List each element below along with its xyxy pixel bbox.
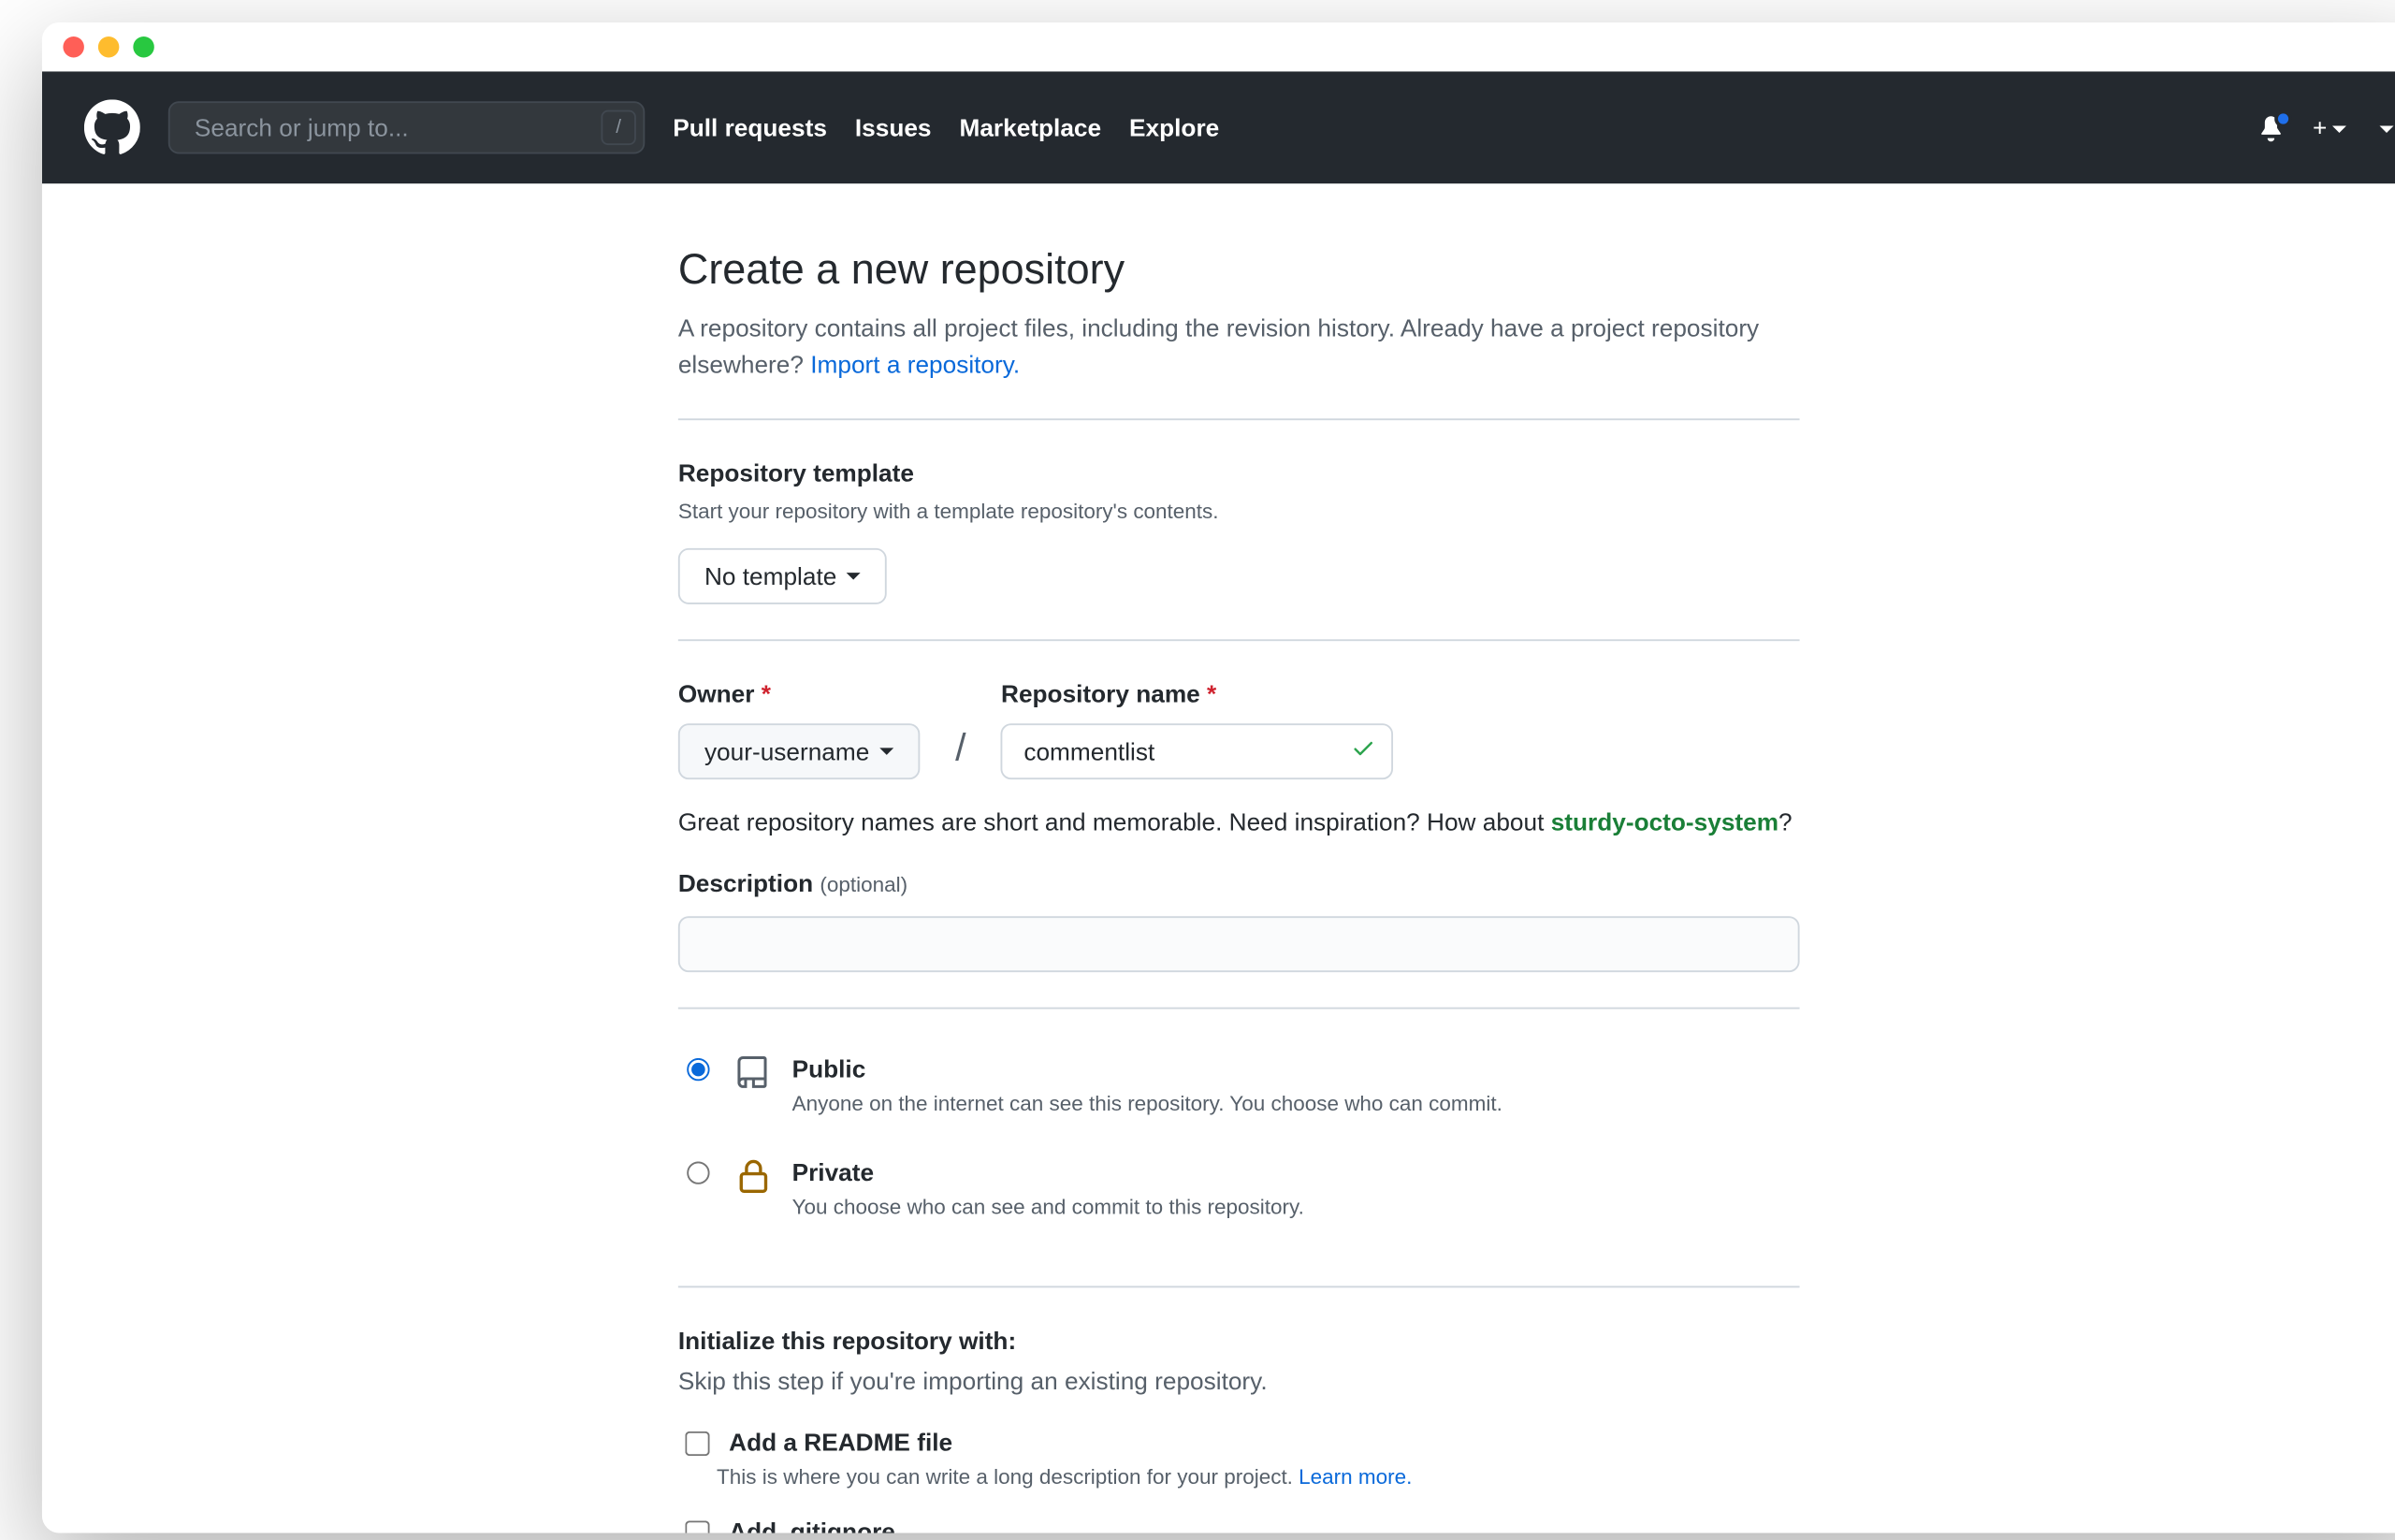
visibility-public-desc: Anyone on the internet can see this repo… bbox=[792, 1088, 1502, 1120]
primary-nav: Pull requests Issues Marketplace Explore bbox=[673, 109, 1219, 146]
initialize-skip-hint: Skip this step if you're importing an ex… bbox=[678, 1363, 1800, 1400]
description-label-text: Description bbox=[678, 869, 813, 897]
page-title: Create a new repository bbox=[678, 240, 1800, 302]
required-asterisk: * bbox=[762, 679, 771, 707]
caret-down-icon bbox=[848, 573, 862, 579]
notifications-button[interactable] bbox=[2257, 113, 2285, 141]
initialize-heading: Initialize this repository with: bbox=[678, 1323, 1800, 1359]
visibility-private-radio[interactable] bbox=[687, 1161, 709, 1184]
repository-name-input[interactable] bbox=[1001, 723, 1394, 779]
owner-label: Owner * bbox=[678, 676, 921, 713]
nav-pull-requests[interactable]: Pull requests bbox=[673, 109, 827, 146]
page-subtitle: A repository contains all project files,… bbox=[678, 310, 1800, 384]
owner-repo-separator: / bbox=[955, 719, 965, 780]
check-icon bbox=[1352, 734, 1376, 770]
nav-explore[interactable]: Explore bbox=[1129, 109, 1219, 146]
divider bbox=[678, 1008, 1800, 1010]
template-select[interactable]: No template bbox=[678, 548, 888, 604]
init-readme-checkbox[interactable] bbox=[685, 1431, 709, 1455]
tip-suffix: ? bbox=[1778, 807, 1793, 835]
repo-icon bbox=[733, 1051, 775, 1093]
description-input[interactable] bbox=[678, 916, 1800, 972]
main-content: Create a new repository A repository con… bbox=[566, 183, 1911, 1533]
init-readme-desc-text: This is where you can write a long descr… bbox=[717, 1464, 1299, 1489]
init-readme-title: Add a README file bbox=[729, 1424, 952, 1460]
owner-select[interactable]: your-username bbox=[678, 723, 921, 779]
import-repository-link[interactable]: Import a repository. bbox=[810, 350, 1020, 378]
user-menu-dropdown[interactable] bbox=[2374, 109, 2394, 146]
search-input[interactable] bbox=[191, 112, 601, 144]
caret-down-icon bbox=[2332, 125, 2346, 132]
init-readme-option[interactable]: Add a README file This is where you can … bbox=[678, 1421, 1800, 1511]
template-selected-value: No template bbox=[704, 562, 836, 590]
nav-marketplace[interactable]: Marketplace bbox=[959, 109, 1101, 146]
visibility-private-title: Private bbox=[792, 1155, 1304, 1191]
lock-icon bbox=[733, 1155, 775, 1197]
init-gitignore-title: Add .gitignore bbox=[729, 1514, 895, 1533]
init-gitignore-option[interactable]: Add .gitignore Choose which files not to… bbox=[678, 1510, 1800, 1533]
divider bbox=[678, 639, 1800, 641]
init-gitignore-checkbox[interactable] bbox=[685, 1519, 709, 1533]
description-label: Description (optional) bbox=[678, 865, 1800, 902]
window-minimize-button[interactable] bbox=[98, 36, 119, 57]
optional-hint: (optional) bbox=[820, 872, 907, 896]
site-header: / Pull requests Issues Marketplace Explo… bbox=[42, 71, 2395, 183]
divider bbox=[678, 418, 1800, 420]
visibility-public-title: Public bbox=[792, 1051, 1502, 1087]
reponame-label-text: Repository name bbox=[1001, 679, 1200, 707]
template-hint: Start your repository with a template re… bbox=[678, 496, 1800, 528]
plus-icon: + bbox=[2313, 112, 2327, 140]
notification-indicator-icon bbox=[2274, 110, 2292, 128]
tip-text: Great repository names are short and mem… bbox=[678, 807, 1551, 835]
init-readme-desc: This is where you can write a long descr… bbox=[678, 1461, 1800, 1493]
create-new-dropdown[interactable]: + bbox=[2313, 109, 2346, 146]
required-asterisk: * bbox=[1207, 679, 1216, 707]
browser-window: / Pull requests Issues Marketplace Explo… bbox=[42, 22, 2395, 1533]
slash-shortcut-hint: / bbox=[601, 110, 635, 145]
visibility-public-option[interactable]: Public Anyone on the internet can see th… bbox=[678, 1044, 1800, 1148]
template-label: Repository template bbox=[678, 456, 1800, 492]
github-logo[interactable] bbox=[84, 99, 140, 155]
visibility-private-desc: You choose who can see and commit to thi… bbox=[792, 1191, 1304, 1223]
readme-learn-more-link[interactable]: Learn more. bbox=[1299, 1464, 1412, 1489]
mac-titlebar bbox=[42, 22, 2395, 71]
suggested-name-link[interactable]: sturdy-octo-system bbox=[1551, 807, 1778, 835]
divider bbox=[678, 1286, 1800, 1287]
caret-down-icon bbox=[880, 748, 894, 754]
repo-name-tip: Great repository names are short and mem… bbox=[678, 804, 1800, 840]
window-close-button[interactable] bbox=[63, 36, 83, 57]
caret-down-icon bbox=[2380, 125, 2394, 132]
nav-issues[interactable]: Issues bbox=[855, 109, 932, 146]
owner-label-text: Owner bbox=[678, 679, 755, 707]
owner-selected-value: your-username bbox=[704, 737, 869, 765]
visibility-private-option[interactable]: Private You choose who can see and commi… bbox=[678, 1147, 1800, 1251]
global-search[interactable]: / bbox=[168, 101, 645, 153]
window-maximize-button[interactable] bbox=[133, 36, 153, 57]
visibility-public-radio[interactable] bbox=[687, 1058, 709, 1081]
reponame-label: Repository name * bbox=[1001, 676, 1394, 713]
